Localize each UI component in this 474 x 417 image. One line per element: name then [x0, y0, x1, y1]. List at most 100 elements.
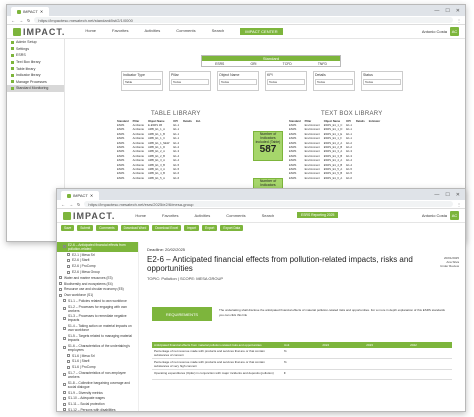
minimize-icon[interactable]: —: [434, 8, 439, 14]
tree-item[interactable]: E2-6 – Anticipated financial effects fro…: [57, 242, 138, 252]
value-input-cell[interactable]: [408, 348, 452, 359]
toolbar-button-save[interactable]: Save: [61, 224, 75, 231]
nav-comments[interactable]: Comments: [176, 28, 195, 35]
toolbar-button-comments[interactable]: Comments: [96, 224, 118, 231]
tree-item[interactable]: S1-8 – Collective bargaining coverage an…: [57, 380, 138, 390]
expand-icon[interactable]: [63, 391, 66, 395]
sidebar-item-text-box-library[interactable]: Text Box library: [7, 59, 64, 66]
sidebar-item-table-library[interactable]: Table library: [7, 65, 64, 72]
forward-icon[interactable]: →: [19, 18, 23, 23]
standard-option-esrs[interactable]: ESRS: [215, 61, 224, 67]
expand-icon[interactable]: [63, 299, 66, 303]
maximize-icon[interactable]: ☐: [445, 192, 449, 198]
value-input-cell[interactable]: [320, 358, 365, 370]
expand-icon[interactable]: [63, 346, 66, 350]
expand-icon[interactable]: [59, 287, 62, 291]
filter-select[interactable]: Todos: [171, 79, 209, 85]
expand-icon[interactable]: [59, 293, 62, 297]
value-input-cell[interactable]: [320, 369, 365, 380]
close-window-icon[interactable]: ✕: [456, 8, 460, 14]
filter-select[interactable]: Todos: [219, 79, 257, 85]
expand-icon[interactable]: [67, 270, 70, 274]
url-input[interactable]: https://impactesc.mesatech.net/standard/…: [34, 17, 453, 23]
expand-icon[interactable]: [63, 245, 66, 249]
nav-search[interactable]: Search: [262, 213, 275, 218]
sidebar-item-settings[interactable]: Settings: [7, 46, 64, 53]
expand-icon[interactable]: [63, 402, 66, 406]
minimize-icon[interactable]: —: [434, 192, 439, 198]
expand-icon[interactable]: [63, 383, 66, 387]
nav-favorites[interactable]: Favorites: [162, 213, 178, 218]
expand-icon[interactable]: [59, 282, 62, 286]
app-logo[interactable]: IMPACT.: [13, 27, 65, 37]
expand-icon[interactable]: [67, 253, 70, 257]
sidebar-item-standard-monitoring[interactable]: Standard Monitoring: [7, 85, 64, 92]
menu-icon[interactable]: ⋮: [457, 202, 461, 207]
nav-activities[interactable]: Activities: [194, 213, 210, 218]
sidebar-item-indicator-library[interactable]: Indicator library: [7, 72, 64, 79]
expand-icon[interactable]: [63, 373, 66, 377]
back-icon[interactable]: ←: [11, 18, 15, 23]
sidebar-item-esrs[interactable]: ESRS: [7, 52, 64, 59]
expand-icon[interactable]: [67, 359, 70, 363]
expand-icon[interactable]: [59, 276, 62, 280]
nav-impact-center[interactable]: IMPACT CENTER: [240, 28, 283, 35]
standard-option-tnfd[interactable]: TNFD: [318, 61, 327, 67]
nav-activities[interactable]: Activities: [144, 28, 160, 35]
close-tab-icon[interactable]: ✕: [40, 9, 43, 14]
user-menu[interactable]: Antonio Costa AC: [422, 211, 459, 220]
expand-icon[interactable]: [67, 365, 70, 369]
reload-icon[interactable]: ↻: [27, 18, 30, 23]
url-input[interactable]: https://impactesc.mesatech.net/esrs/2025…: [84, 201, 453, 207]
tree-item[interactable]: S1-6 – Characteristics of the undertakin…: [57, 343, 138, 353]
nav-comments[interactable]: Comments: [226, 213, 245, 218]
expand-icon[interactable]: [67, 258, 70, 262]
filter-select[interactable]: Table: [123, 79, 161, 85]
table-row[interactable]: ESRS Ambiente AMB_E1_5_A E1-6: [115, 176, 203, 180]
nav-search[interactable]: Search: [212, 28, 225, 35]
tree-item[interactable]: S1-12 – Persons with disabilities: [57, 407, 138, 411]
reload-icon[interactable]: ↻: [77, 202, 80, 207]
expand-icon[interactable]: [63, 316, 66, 320]
nav-esrs-reporting[interactable]: ESRS Reporting 2025: [297, 212, 339, 218]
nav-home[interactable]: Home: [85, 28, 96, 35]
standard-option-tcfd[interactable]: TCFD: [283, 61, 292, 67]
table-row[interactable]: ESRS Environment ESRS_E1_6_A E1-6: [287, 176, 382, 180]
forward-icon[interactable]: →: [69, 202, 73, 207]
expand-icon[interactable]: [67, 264, 70, 268]
tree-item[interactable]: S1-7 – Characteristics of non-employee w…: [57, 370, 138, 380]
expand-icon[interactable]: [63, 307, 66, 311]
maximize-icon[interactable]: ☐: [445, 8, 449, 14]
toolbar-button-download-word[interactable]: Download Word: [120, 224, 150, 231]
nav-favorites[interactable]: Favorites: [112, 28, 128, 35]
value-input-cell[interactable]: [364, 369, 409, 380]
expand-icon[interactable]: [63, 336, 66, 340]
expand-icon[interactable]: [63, 408, 66, 411]
tree-item[interactable]: S1-4 – Taking action on material impacts…: [57, 323, 138, 333]
close-tab-icon[interactable]: ✕: [90, 193, 93, 198]
value-input-cell[interactable]: [364, 348, 409, 359]
user-menu[interactable]: Antonio Costa AC: [422, 27, 459, 36]
browser-tab[interactable]: IMPACT ✕: [61, 191, 100, 200]
expand-icon[interactable]: [63, 326, 66, 330]
avatar[interactable]: AC: [450, 211, 459, 220]
toolbar-button-download-excel[interactable]: Download Excel: [152, 224, 182, 231]
expand-icon[interactable]: [67, 354, 70, 358]
close-window-icon[interactable]: ✕: [456, 192, 460, 198]
value-input-cell[interactable]: [408, 369, 452, 380]
nav-home[interactable]: Home: [135, 213, 146, 218]
browser-tab[interactable]: IMPACT ✕: [11, 7, 50, 16]
sidebar-item-admin-setup[interactable]: Admin Setup: [7, 39, 64, 46]
tree-item[interactable]: S1-2 – Processes for engaging with own w…: [57, 304, 138, 314]
filter-select[interactable]: Todos: [363, 79, 401, 85]
value-input-cell[interactable]: [408, 358, 452, 370]
app-logo[interactable]: IMPACT.: [63, 211, 115, 221]
value-input-cell[interactable]: [320, 348, 365, 359]
tree-item[interactable]: S1-3 – Processes to remediate negative i…: [57, 314, 138, 324]
requirements-button[interactable]: REQUIREMENTS: [152, 307, 212, 321]
toolbar-button-export-data[interactable]: Export Data: [220, 224, 244, 231]
value-input-cell[interactable]: [364, 358, 409, 370]
sidebar-item-manage-processes[interactable]: Manage Processes: [7, 79, 64, 86]
toolbar-button-import[interactable]: Import: [184, 224, 200, 231]
standard-option-gri[interactable]: GRI: [250, 61, 256, 67]
